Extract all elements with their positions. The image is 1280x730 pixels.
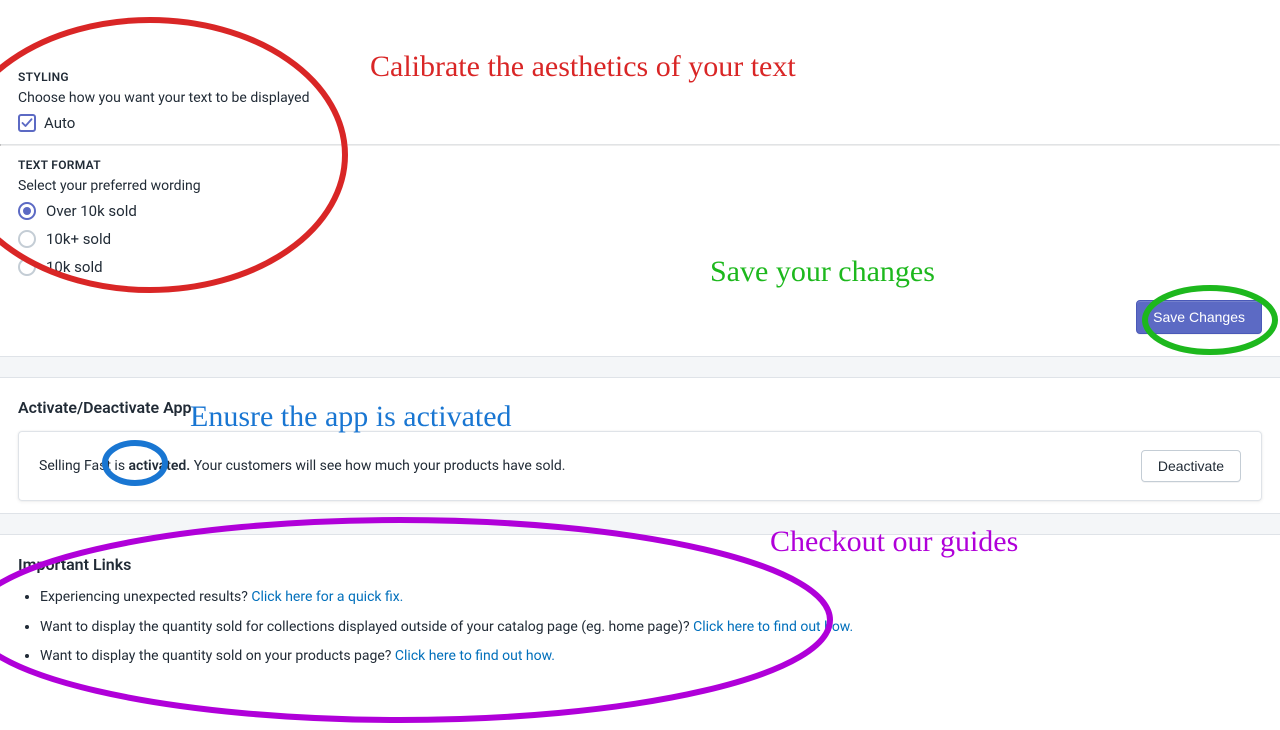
status-card: Selling Fast is activated. Your customer…: [18, 431, 1262, 501]
auto-checkbox[interactable]: [18, 114, 36, 132]
auto-checkbox-label: Auto: [44, 114, 75, 132]
check-icon: [21, 117, 33, 129]
links-heading: Important Links: [18, 555, 1262, 574]
radio-label: Over 10k sold: [46, 202, 137, 220]
radio-icon: [18, 230, 36, 248]
deactivate-button[interactable]: Deactivate: [1141, 450, 1241, 482]
radio-label: 10k+ sold: [46, 230, 111, 248]
save-changes-button[interactable]: Save Changes: [1136, 300, 1262, 334]
radio-icon: [18, 202, 36, 220]
list-item: Want to display the quantity sold for co…: [40, 618, 1262, 638]
radio-label: 10k sold: [46, 258, 103, 276]
radio-icon: [18, 258, 36, 276]
radio-option-1[interactable]: 10k+ sold: [18, 230, 1262, 248]
quick-fix-link[interactable]: Click here for a quick fix.: [251, 589, 403, 605]
radio-option-2[interactable]: 10k sold: [18, 258, 1262, 276]
list-item: Want to display the quantity sold on you…: [40, 647, 1262, 667]
text-format-description: Select your preferred wording: [18, 178, 1262, 194]
styling-description: Choose how you want your text to be disp…: [18, 90, 1262, 106]
collections-link[interactable]: Click here to find out how.: [693, 619, 853, 635]
links-list: Experiencing unexpected results? Click h…: [18, 588, 1262, 667]
list-item: Experiencing unexpected results? Click h…: [40, 588, 1262, 608]
products-page-link[interactable]: Click here to find out how.: [395, 648, 555, 664]
section-gap: [0, 356, 1280, 378]
styling-heading: STYLING: [18, 70, 1262, 84]
status-text: Selling Fast is activated. Your customer…: [39, 458, 566, 474]
activate-heading: Activate/Deactivate App: [18, 398, 1262, 417]
section-gap: [0, 513, 1280, 535]
text-format-heading: TEXT FORMAT: [18, 158, 1262, 172]
text-format-radio-group: Over 10k sold 10k+ sold 10k sold: [18, 202, 1262, 276]
radio-option-0[interactable]: Over 10k sold: [18, 202, 1262, 220]
status-word: activated.: [129, 458, 191, 474]
